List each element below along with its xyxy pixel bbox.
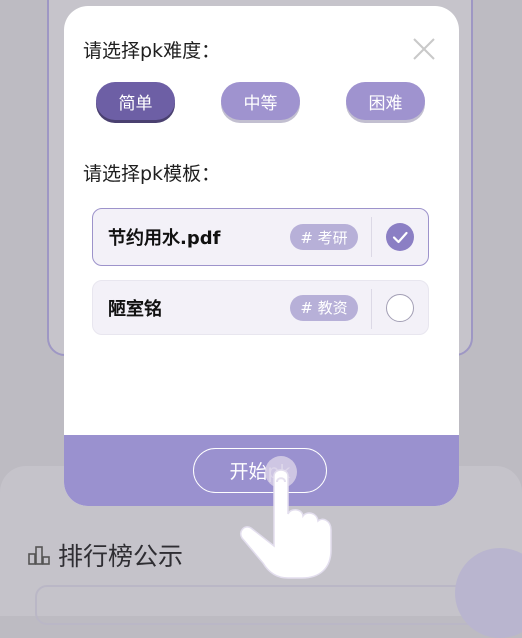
ranking-title: 排行榜公示 [58, 542, 184, 571]
template-item-2[interactable]: 陋室铭 # 教资 [92, 280, 429, 335]
template-label: 请选择pk模板： [83, 163, 221, 185]
background-list-row [35, 585, 490, 625]
template-tag: # 考研 [290, 224, 358, 250]
checked-radio-icon[interactable] [386, 223, 414, 251]
template-item-1[interactable]: 节约用水.pdf # 考研 [92, 208, 429, 266]
difficulty-label: 请选择pk难度： [83, 40, 221, 62]
tap-hand-icon [239, 456, 332, 579]
divider [371, 289, 372, 329]
difficulty-easy-button[interactable]: 简单 [96, 82, 175, 120]
template-name: 节约用水.pdf [108, 228, 221, 249]
ranking-header: 排行榜公示 [28, 537, 183, 573]
difficulty-medium-button[interactable]: 中等 [221, 82, 300, 120]
ranking-icon [28, 546, 50, 565]
close-icon[interactable] [411, 36, 437, 62]
divider [371, 217, 372, 257]
template-tag: # 教资 [290, 294, 358, 321]
template-name: 陋室铭 [108, 298, 162, 320]
pk-settings-dialog: 请选择pk难度： 简单 中等 困难 请选择pk模板： 节约用水.pdf # 考研… [64, 6, 459, 506]
unchecked-radio-icon[interactable] [386, 293, 414, 322]
difficulty-hard-button[interactable]: 困难 [346, 82, 425, 120]
